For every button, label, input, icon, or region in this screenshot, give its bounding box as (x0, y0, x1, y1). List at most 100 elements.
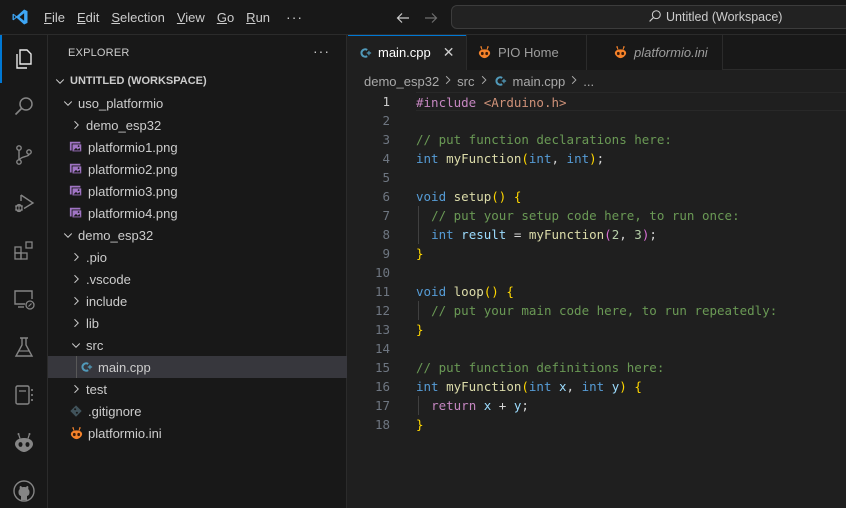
code-token: myFunction (446, 379, 522, 394)
tree-file[interactable]: main.cpp (48, 356, 347, 378)
chevron-right-icon (68, 312, 84, 334)
code-token: int (528, 151, 552, 166)
code-token: { (513, 189, 522, 204)
code-line: 5 (348, 168, 846, 187)
tree-item-label: .pio (86, 249, 107, 265)
line-number: 2 (382, 113, 390, 128)
platformio-icon[interactable] (0, 419, 48, 467)
tab-pio-home[interactable]: PIO Home (467, 35, 587, 70)
command-center-search[interactable]: Untitled (Workspace) (451, 5, 846, 29)
tree-folder[interactable]: lib (48, 312, 347, 334)
code-token: ( (604, 227, 612, 242)
tab-platformio-ini[interactable]: platformio.ini (587, 35, 723, 70)
explorer-icon[interactable] (0, 35, 48, 83)
tree-item-label: UNTITLED (WORKSPACE) (70, 75, 207, 87)
breadcrumb-separator-icon (443, 74, 453, 88)
code-line: 18} (348, 415, 846, 434)
line-content (416, 339, 846, 358)
platformio-icon (477, 45, 492, 60)
back-arrow-icon[interactable] (392, 7, 414, 29)
breadcrumb-item[interactable]: ... (583, 74, 594, 89)
code-line: 10 (348, 263, 846, 282)
explorer-more-actions-button[interactable]: ··· (313, 43, 330, 59)
tree-file[interactable]: platformio3.png (48, 180, 347, 202)
tab-main-cpp[interactable]: main.cpp ✕ (348, 35, 467, 70)
code-token: { (634, 379, 642, 394)
tree-item-label: demo_esp32 (78, 227, 154, 243)
tree-file[interactable]: platformio4.png (48, 202, 347, 224)
workspace-root[interactable]: UNTITLED (WORKSPACE) (48, 70, 347, 92)
editor-area: main.cpp ✕ PIO Home platformio.ini demo_esp… (348, 35, 846, 508)
breadcrumb-item[interactable]: src (457, 74, 474, 89)
code-editor[interactable]: 1 #include <Arduino.h> 2 3 // put function d… (348, 92, 846, 434)
tree-folder[interactable]: src (48, 334, 347, 356)
testing-icon[interactable] (0, 323, 48, 371)
tree-file[interactable]: .gitignore (48, 400, 347, 422)
run-debug-icon[interactable] (0, 179, 48, 227)
tree-file[interactable]: platformio1.png (48, 136, 347, 158)
remote-explorer-icon[interactable] (0, 275, 48, 323)
breadcrumb-item[interactable]: main.cpp (513, 74, 566, 89)
tree-item-label: main.cpp (98, 359, 151, 375)
breadcrumb-item[interactable]: demo_esp32 (364, 74, 439, 89)
platformio-file-icon (68, 422, 84, 444)
code-line: 9} (348, 244, 846, 263)
code-token: myFunction (528, 227, 605, 242)
line-number: 14 (374, 341, 390, 356)
menu-go[interactable]: Go (211, 0, 240, 35)
menu-view[interactable]: View (171, 0, 211, 35)
code-token: #include (416, 95, 477, 110)
tab-label: main.cpp (378, 45, 431, 60)
line-content: // put function declarations here: (416, 130, 846, 149)
tree-folder[interactable]: test (48, 378, 347, 400)
extensions-icon[interactable] (0, 227, 48, 275)
tree-folder[interactable]: include (48, 290, 347, 312)
notebook-icon[interactable] (0, 371, 48, 419)
menu-more-button[interactable]: ··· (276, 0, 313, 35)
explorer-sidebar: EXPLORER ··· UNTITLED (WORKSPACE) uso_pla… (48, 35, 347, 508)
search-icon (648, 9, 662, 26)
tree-file[interactable]: platformio2.png (48, 158, 347, 180)
menu-edit[interactable]: Edit (71, 0, 105, 35)
github-icon[interactable] (0, 467, 48, 508)
code-token: int (431, 227, 454, 242)
line-content: } (416, 320, 846, 339)
line-content: } (416, 415, 846, 434)
code-line: 8 int result = myFunction(2, 3); (348, 225, 846, 244)
tree-folder[interactable]: .pio (48, 246, 347, 268)
tree-item-label: platformio3.png (88, 183, 178, 199)
menu-selection[interactable]: Selection (105, 0, 170, 35)
code-token: // put function declarations here: (416, 132, 672, 147)
tree-folder[interactable]: demo_esp32 (48, 114, 347, 136)
close-icon[interactable]: ✕ (443, 44, 455, 61)
search-icon[interactable] (0, 83, 48, 131)
code-token: , (551, 151, 567, 166)
tree-file[interactable]: platformio.ini (48, 422, 347, 444)
code-token: ( (521, 379, 529, 394)
line-content (416, 111, 846, 130)
forward-arrow-icon[interactable] (420, 7, 442, 29)
tree-folder[interactable]: uso_platformio (48, 92, 347, 114)
code-token: ; (649, 227, 657, 242)
code-line: 16 int myFunction(int x, int y) { (348, 377, 846, 396)
tab-label: platformio.ini (634, 45, 708, 60)
source-control-icon[interactable] (0, 131, 48, 179)
menu-file[interactable]: File (38, 0, 71, 35)
tree-folder[interactable]: .vscode (48, 268, 347, 290)
vscode-logo-icon (2, 0, 38, 35)
menu-run[interactable]: Run (240, 0, 276, 35)
code-token: int (416, 379, 439, 394)
tree-item-label: src (86, 337, 104, 353)
code-token: myFunction (446, 151, 522, 166)
tree-folder[interactable]: demo_esp32 (48, 224, 347, 246)
code-line: 2 (348, 111, 846, 130)
breadcrumb-separator-icon (479, 74, 489, 88)
image-file-icon (68, 136, 84, 158)
code-line: 1 #include <Arduino.h> (348, 92, 846, 111)
tree-item-label: .vscode (86, 271, 131, 287)
